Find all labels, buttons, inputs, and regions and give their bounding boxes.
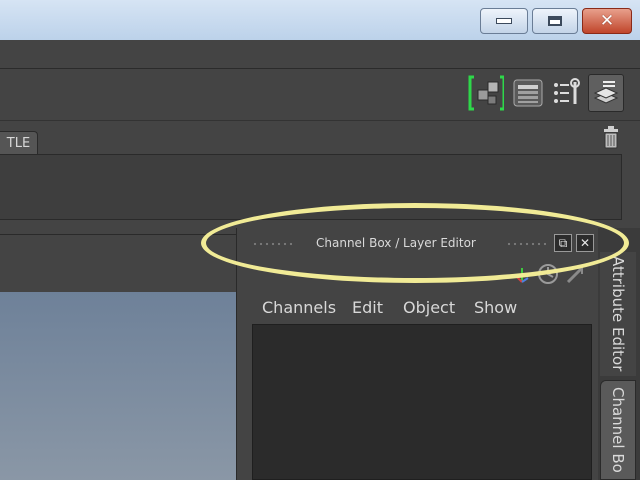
tab-attribute-editor-label: Attribute Editor [609,256,627,372]
tab-channel-box[interactable]: Channel Bo [600,380,636,480]
channel-list[interactable] [252,324,592,480]
tab-attribute-editor[interactable]: Attribute Editor [600,252,636,376]
menu-channels[interactable]: Channels [262,298,336,317]
tool-settings-icon [554,78,580,104]
viewport[interactable] [0,292,236,480]
attribute-spreadsheet-icon [513,79,543,107]
maximize-icon [548,16,562,26]
channel-box-layer-icon [593,81,619,104]
modeling-toolkit-button[interactable] [468,74,504,112]
modeling-toolkit-icon [468,75,504,111]
attribute-spreadsheet-button[interactable] [510,74,546,112]
maximize-button[interactable] [532,8,578,34]
menu-edit[interactable]: Edit [352,298,383,317]
channel-box-layer-button[interactable] [588,74,624,112]
highlight-ellipse [201,203,629,283]
menu-show[interactable]: Show [474,298,517,317]
menu-object[interactable]: Object [403,298,455,317]
tool-settings-button[interactable] [548,74,584,112]
tab-channel-box-label: Channel Bo [609,387,627,473]
trash-icon [604,126,618,149]
minimize-icon [496,18,512,24]
delete-shelf-button[interactable] [598,124,624,150]
shelf-tab[interactable]: TLE [0,131,38,155]
close-window-button[interactable]: ✕ [582,8,632,34]
minimize-button[interactable] [480,8,528,34]
close-icon: ✕ [599,10,615,31]
shelf-tab-row [0,120,640,155]
